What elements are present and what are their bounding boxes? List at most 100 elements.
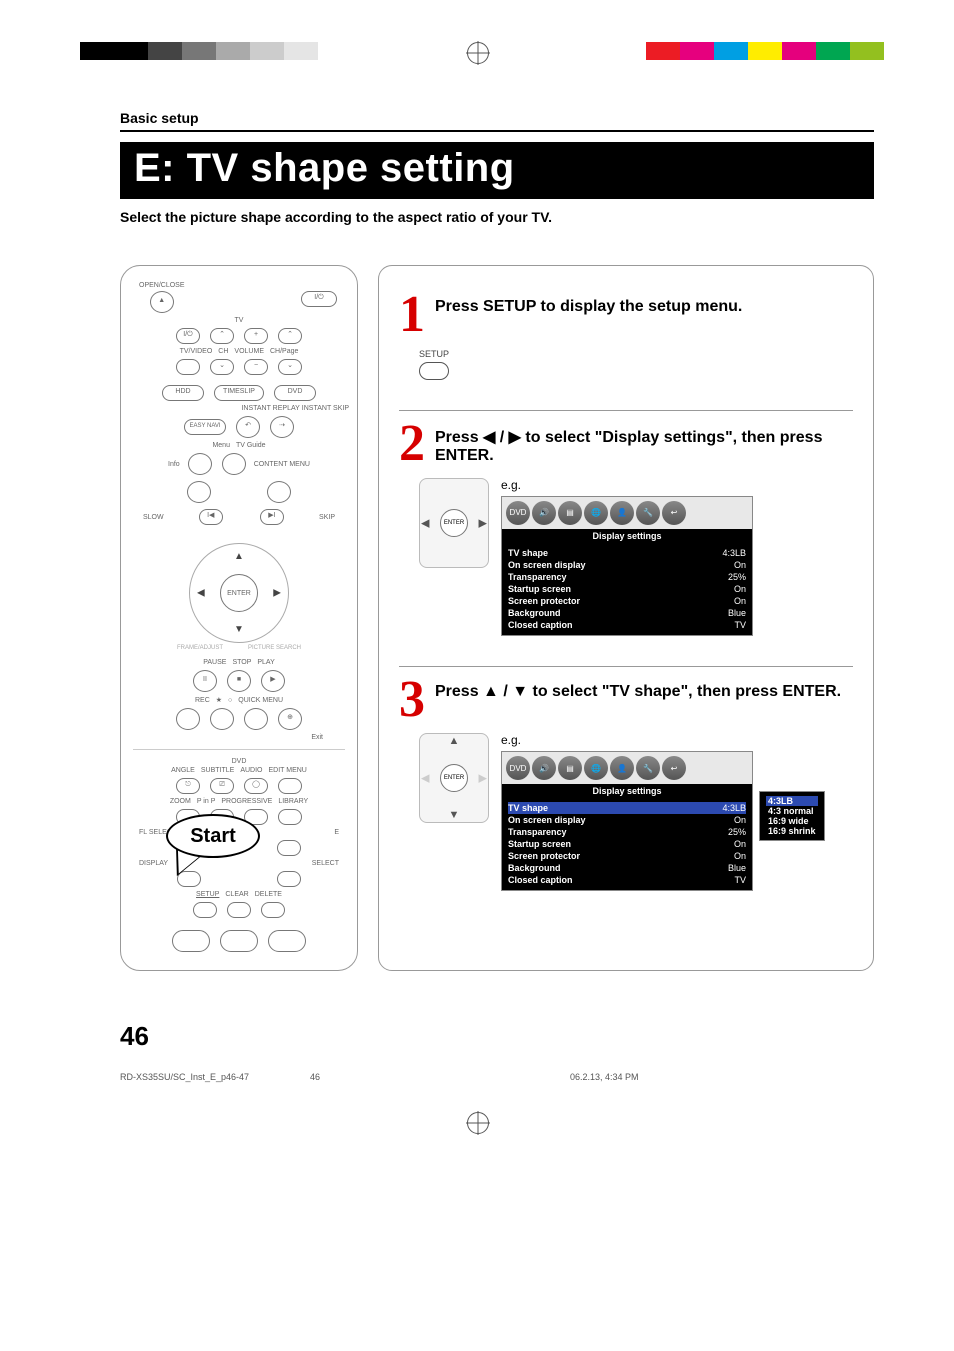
- menu-tab-icon: ▤: [558, 756, 582, 780]
- step-2: 2 Press ◀ / ▶ to select "Display setting…: [399, 410, 853, 636]
- vol-down-button[interactable]: −: [244, 359, 268, 375]
- popup-option: 4:3 normal: [766, 806, 818, 816]
- quick-menu-button[interactable]: ⊕: [278, 708, 302, 730]
- step-number: 3: [399, 677, 425, 724]
- fav-button[interactable]: [210, 708, 234, 730]
- easy-navi-button[interactable]: EASY NAVI: [184, 419, 226, 435]
- dpad-down-button[interactable]: ▼: [234, 624, 244, 635]
- angle-label: ANGLE: [171, 767, 195, 774]
- menu-tab-icon: ↩: [662, 501, 686, 525]
- menu-row: Screen protectorOn: [508, 595, 746, 607]
- dvd-button[interactable]: DVD: [274, 385, 316, 401]
- ch-label: CH: [218, 348, 228, 355]
- menu-row: BackgroundBlue: [508, 607, 746, 619]
- info-button[interactable]: [187, 481, 211, 503]
- setup-label: SETUP: [196, 891, 219, 898]
- chpage-down-button[interactable]: ⌄: [278, 359, 302, 375]
- library-label: LIBRARY: [278, 798, 308, 805]
- delete-label: DELETE: [255, 891, 282, 898]
- quick-menu-label: QUICK MENU: [238, 697, 283, 704]
- select-button[interactable]: [277, 871, 301, 887]
- skip-next-button[interactable]: ▶I: [260, 509, 284, 525]
- chpage-label: CH/Page: [270, 348, 298, 355]
- stop-button[interactable]: ■: [227, 670, 251, 692]
- menu-tab-icon: ↩: [662, 756, 686, 780]
- skip-prev-button[interactable]: I◀: [199, 509, 223, 525]
- menu-tab-icon: 🌐: [584, 756, 608, 780]
- menu-row: Closed captionTV: [508, 619, 746, 631]
- eject-button[interactable]: ▲: [150, 291, 174, 313]
- skip-label: SKIP: [319, 514, 335, 521]
- enter-icon: ENTER: [440, 509, 468, 537]
- mark-button[interactable]: [244, 708, 268, 730]
- tv-video-button[interactable]: [176, 359, 200, 375]
- menu-example: DVD 🔊 ▤ 🌐 👤 🔧 ↩ Display settings TV sha: [501, 751, 753, 891]
- instant-skip-button[interactable]: ⇢: [270, 416, 294, 438]
- ch-up-button[interactable]: ⌃: [210, 328, 234, 344]
- angle-button[interactable]: ⎋: [176, 778, 200, 794]
- edit-menu-button[interactable]: [278, 778, 302, 794]
- display-label: DISPLAY: [139, 860, 168, 867]
- step-text: Press SETUP to display the setup menu.: [435, 292, 742, 316]
- menu-row: Startup screenOn: [508, 838, 746, 850]
- dpad-left-button[interactable]: ◀: [197, 588, 205, 599]
- hdd-button[interactable]: HDD: [162, 385, 204, 401]
- rec-button[interactable]: [176, 708, 200, 730]
- library-button[interactable]: [278, 809, 302, 825]
- delete-button[interactable]: [261, 902, 285, 918]
- tv-power-button[interactable]: I/⏻: [176, 328, 200, 344]
- crop-marks-top: [0, 0, 954, 70]
- subtitle-button[interactable]: ⎚: [210, 778, 234, 794]
- enter-button[interactable]: ENTER: [220, 574, 258, 612]
- chpage-up-button[interactable]: ⌃: [278, 328, 302, 344]
- ch-down-button[interactable]: ⌄: [210, 359, 234, 375]
- menu-tab-icon: 🔧: [636, 501, 660, 525]
- bottom-button-1[interactable]: [172, 930, 210, 952]
- bottom-button-2[interactable]: [220, 930, 258, 952]
- power-button[interactable]: I/⏻: [301, 291, 337, 307]
- page-title: E: TV shape setting: [120, 142, 874, 199]
- pause-button[interactable]: II: [193, 670, 217, 692]
- intro-text: Select the picture shape according to th…: [120, 209, 874, 225]
- e-button[interactable]: [277, 840, 301, 856]
- content-menu-button[interactable]: [267, 481, 291, 503]
- edit-menu-label: EDIT MENU: [268, 767, 306, 774]
- menu-tab-icon: 🔊: [532, 756, 556, 780]
- menu-button[interactable]: [188, 453, 212, 475]
- pause-label: PAUSE: [203, 659, 226, 666]
- left-arrow-icon: ◀: [421, 772, 429, 785]
- menu-title: Display settings: [502, 784, 752, 798]
- footer-file: RD-XS35SU/SC_Inst_E_p46-47: [120, 1072, 310, 1082]
- menu-row: TV shape4:3LB: [508, 802, 746, 814]
- audio-button[interactable]: ◯: [244, 778, 268, 794]
- instant-replay-button[interactable]: ↶: [236, 416, 260, 438]
- menu-tab-icon: DVD: [506, 756, 530, 780]
- start-callout: Start: [166, 814, 260, 858]
- tv-guide-button[interactable]: [222, 453, 246, 475]
- menu-tab-icon: 👤: [610, 756, 634, 780]
- step-1: 1 Press SETUP to display the setup menu.…: [399, 282, 853, 380]
- dvd-sep-label: DVD: [129, 758, 349, 765]
- menu-tab-icon: DVD: [506, 501, 530, 525]
- eg-label: e.g.: [501, 733, 825, 747]
- popup-options: 4:3LB4:3 normal16:9 wide16:9 shrink: [759, 791, 825, 841]
- pinp-label: P in P: [197, 798, 216, 805]
- timeslip-button[interactable]: TIMESLIP: [214, 385, 264, 401]
- bottom-button-3[interactable]: [268, 930, 306, 952]
- vol-up-button[interactable]: +: [244, 328, 268, 344]
- play-button[interactable]: ▶: [261, 670, 285, 692]
- clear-button[interactable]: [227, 902, 251, 918]
- remote-illustration: OPEN/CLOSE ▲ I/⏻ TV I/⏻ ⌃ + ⌃ TV/VIDEO C…: [120, 265, 358, 971]
- dpad-illustration: ▲ ▼ ◀ ▶ ENTER: [419, 733, 489, 823]
- menu-row: Transparency25%: [508, 571, 746, 583]
- menu-title: Display settings: [502, 529, 752, 543]
- dpad-right-button[interactable]: ▶: [273, 588, 281, 599]
- select-label: SELECT: [312, 860, 339, 867]
- step-number: 2: [399, 421, 425, 468]
- steps-panel: 1 Press SETUP to display the setup menu.…: [378, 265, 874, 971]
- popup-option: 16:9 wide: [766, 816, 818, 826]
- dpad-up-button[interactable]: ▲: [234, 551, 244, 562]
- setup-button[interactable]: [193, 902, 217, 918]
- menu-row: Screen protectorOn: [508, 850, 746, 862]
- menu-row: Startup screenOn: [508, 583, 746, 595]
